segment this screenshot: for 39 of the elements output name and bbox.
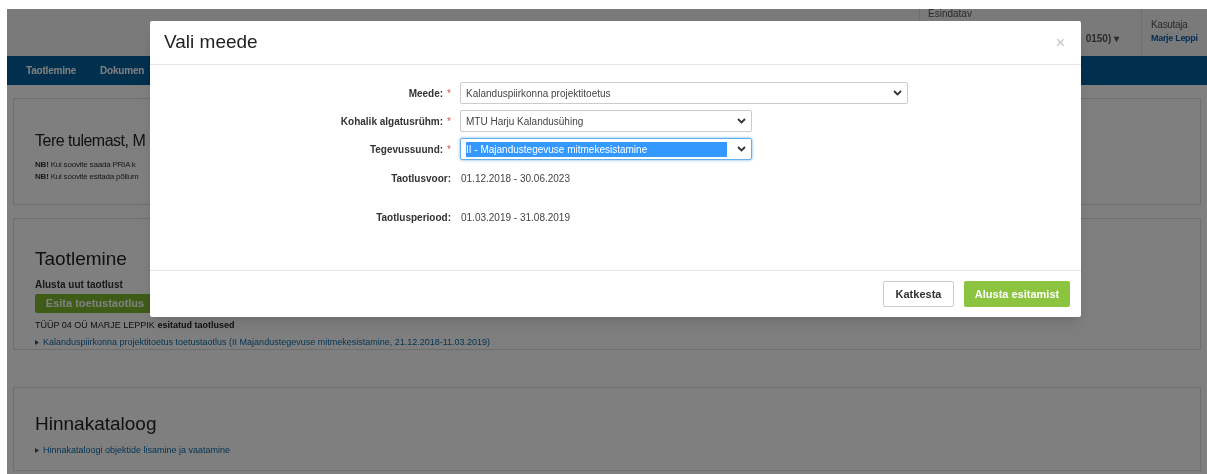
- section-subtitle: Alusta uut taotlust: [35, 277, 124, 292]
- select-field[interactable]: MTU Harju Kalandusühing: [460, 110, 752, 132]
- note-label: NB!: [35, 159, 49, 171]
- close-button[interactable]: ×: [1055, 30, 1065, 55]
- cancel-button[interactable]: Katkesta: [883, 281, 954, 307]
- select-field[interactable]: II - Majandustegevuse mitmekesistamine: [460, 138, 752, 160]
- start-button[interactable]: Alusta esitamist: [964, 281, 1070, 307]
- field-value: 01.03.2019 - 31.08.2019: [460, 211, 570, 225]
- triangle-icon: [35, 339, 39, 345]
- representative-label: Esindatav: [928, 9, 973, 19]
- required-mark: *: [447, 142, 451, 157]
- note-text: Kui soovite saada PRIA k: [50, 159, 136, 171]
- user-name[interactable]: Marje Leppi: [1151, 32, 1207, 46]
- chevron-down-icon: [737, 118, 746, 124]
- field-label: Meede:: [408, 86, 444, 101]
- field-value: 01.12.2018 - 30.06.2023: [460, 172, 570, 186]
- chevron-down-icon: [893, 90, 902, 96]
- representative-menu[interactable]: 0150) ▾: [1085, 31, 1119, 46]
- triangle-icon: [35, 447, 39, 453]
- welcome-heading: Tere tulemast, M: [35, 131, 146, 151]
- section-heading: Hinnakataloog: [35, 412, 158, 436]
- field-label: Kohalik algatusrühm:: [340, 114, 444, 129]
- field-label: Taotlusperiood:: [376, 211, 451, 225]
- note-text: Kui soovite esitada põllum: [50, 171, 139, 183]
- note-label: NB!: [35, 171, 49, 183]
- list-heading: TÜÜP 04 OÜ MARJE LEPPIK esitatud taotlused: [35, 319, 236, 332]
- nav-link[interactable]: Taotlemine: [26, 63, 77, 78]
- application-link[interactable]: Kalanduspiirkonna projektitoetus toetustaotlus (II Majandustegevuse mitmekesistamine, 21.12.2018-11.03.2019): [43, 335, 491, 349]
- field-label: Tegevussuund:: [369, 142, 444, 157]
- section-heading: Taotlemine: [35, 247, 128, 271]
- dialog-title: Vali meede: [164, 30, 258, 55]
- catalog-link[interactable]: Hinnakataloogi objektide lisamine ja vaatamine: [43, 443, 231, 457]
- select-field[interactable]: Kalanduspiirkonna projektitoetus: [460, 82, 908, 104]
- required-mark: *: [447, 114, 451, 129]
- chevron-down-icon: [737, 146, 746, 152]
- nav-link[interactable]: Dokumen: [100, 63, 145, 78]
- user-label: Kasutaja: [1151, 18, 1189, 32]
- field-label: Taotlusvoor:: [391, 172, 451, 186]
- required-mark: *: [447, 86, 451, 101]
